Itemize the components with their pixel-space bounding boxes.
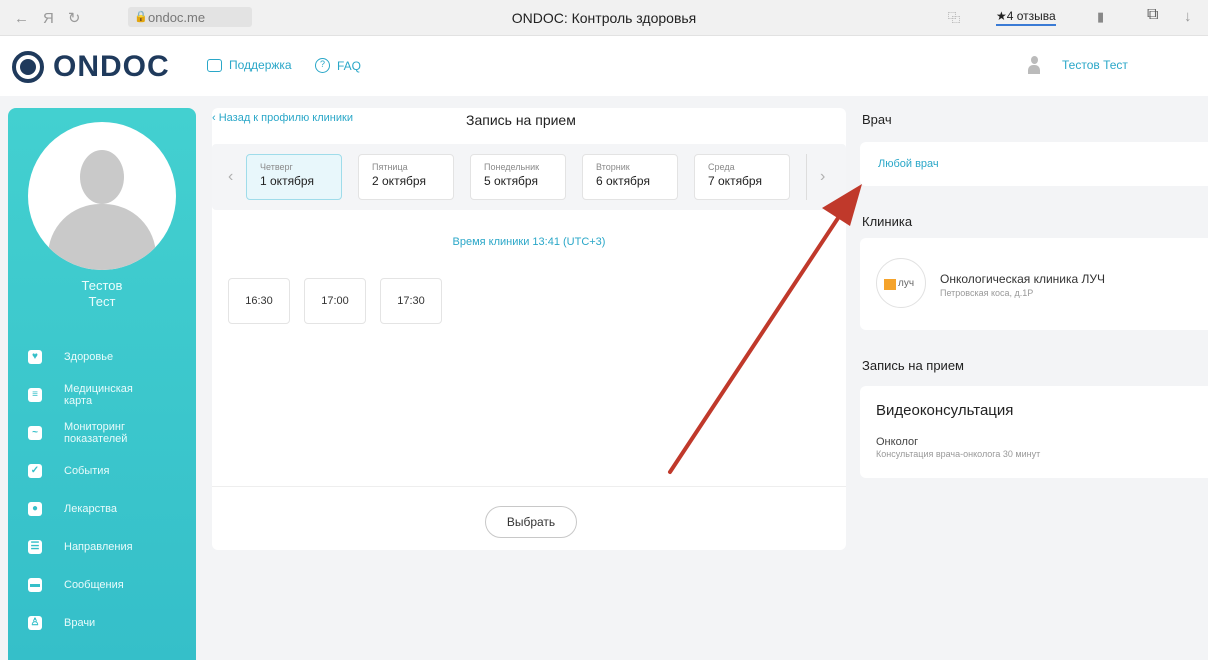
- back-label: Назад к профилю клиники: [218, 112, 353, 124]
- sidebar-item-events[interactable]: ✓ События: [8, 452, 196, 490]
- chevron-left-icon: ‹: [212, 112, 219, 124]
- clinic-time: Время клиники 13:41 (UTC+3): [452, 236, 606, 248]
- appointment-panel: Видеоконсультация Онколог Консультация в…: [860, 386, 1208, 478]
- day-option[interactable]: Вторник 6 октября: [582, 154, 678, 200]
- sidebar-item-messages[interactable]: ▬ Сообщения: [8, 566, 196, 604]
- question-icon: ?: [315, 58, 330, 73]
- avatar-body: [48, 204, 156, 270]
- consult-type: Видеоконсультация: [876, 402, 1014, 419]
- clinic-logo: луч: [876, 258, 926, 308]
- clinic-address: Петровская коса, д.1Р: [940, 288, 1034, 298]
- sidebar: Тестов Тест ♥ Здоровье ≡ Медицинская кар…: [8, 108, 196, 660]
- time-slot[interactable]: 17:30: [380, 278, 442, 324]
- clinic-panel[interactable]: луч Онкологическая клиника ЛУЧ Петровска…: [860, 238, 1208, 330]
- faq-label: FAQ: [337, 58, 362, 73]
- sidebar-item-label: Лекарства: [64, 503, 118, 515]
- sidebar-item-doctors[interactable]: ♙ Врачи: [8, 604, 196, 642]
- day-weekday: Вторник: [596, 162, 630, 172]
- sidebar-item-monitoring[interactable]: ~ Мониторинг показателей: [8, 414, 196, 452]
- day-weekday: Понедельник: [484, 162, 540, 172]
- clipboard-icon: ☰: [28, 540, 42, 554]
- sidebar-item-label: Медицинская карта: [64, 383, 133, 407]
- support-label: Поддержка: [229, 58, 292, 72]
- pills-icon: ●: [28, 502, 42, 516]
- browser-nav-icons[interactable]: ←Я↻: [14, 9, 94, 27]
- extensions-icon[interactable]: ⧉: [1147, 6, 1158, 24]
- sidebar-menu: ♥ Здоровье ≡ Медицинская карта ~ Монитор…: [8, 338, 196, 642]
- address-bar[interactable]: 🔒 ondoc.me: [128, 7, 252, 27]
- doctor-section-title: Врач: [862, 112, 892, 127]
- reviews-badge[interactable]: ★4 отзыва: [996, 9, 1056, 26]
- divider: [212, 486, 846, 487]
- logo-mark-icon: [12, 51, 44, 83]
- day-date: 5 октября: [484, 174, 538, 188]
- day-option[interactable]: Четверг 1 октября: [246, 154, 342, 200]
- profile-first-name: Тестов: [81, 278, 123, 293]
- day-option[interactable]: Среда 7 октября: [694, 154, 790, 200]
- chart-icon: ~: [28, 426, 42, 440]
- faq-link[interactable]: ? FAQ: [315, 58, 361, 73]
- sidebar-item-health[interactable]: ♥ Здоровье: [8, 338, 196, 376]
- profile-last-name: Тест: [88, 294, 116, 309]
- clinic-logo-mark-icon: [884, 279, 896, 290]
- sidebar-item-label: Сообщения: [64, 579, 124, 591]
- time-slot[interactable]: 17:00: [304, 278, 366, 324]
- avatar[interactable]: [28, 122, 176, 270]
- day-date: 6 октября: [596, 174, 650, 188]
- day-selector: ‹ Четверг 1 октября Пятница 2 октября По…: [212, 144, 846, 210]
- clinic-section-title: Клиника: [862, 214, 913, 229]
- sidebar-item-medical-card[interactable]: ≡ Медицинская карта: [8, 376, 196, 414]
- sidebar-item-label: Мониторинг показателей: [64, 421, 128, 445]
- support-link[interactable]: Поддержка: [207, 58, 292, 72]
- back-to-clinic-link[interactable]: ‹ Назад к профилю клиники: [212, 112, 353, 124]
- user-menu[interactable]: Тестов Тест: [1028, 56, 1128, 74]
- chat-icon: ▬: [28, 578, 42, 592]
- day-option[interactable]: Пятница 2 октября: [358, 154, 454, 200]
- heart-icon: ♥: [28, 350, 42, 364]
- sidebar-item-label: Здоровье: [64, 351, 114, 363]
- bookmark-icon[interactable]: ▮: [1097, 9, 1104, 25]
- booking-card: ‹ Назад к профилю клиники Запись на прие…: [212, 108, 846, 550]
- user-name: Тестов Тест: [1062, 58, 1128, 72]
- calendar-icon: ✓: [28, 464, 42, 478]
- sidebar-item-referrals[interactable]: ☰ Направления: [8, 528, 196, 566]
- avatar-head: [80, 150, 124, 204]
- browser-toolbar: ←Я↻ 🔒 ondoc.me ONDOC: Контроль здоровья …: [0, 0, 1208, 36]
- chevron-right-icon[interactable]: ›: [820, 168, 825, 186]
- select-button[interactable]: Выбрать: [485, 506, 577, 538]
- day-weekday: Среда: [708, 162, 735, 172]
- clinic-name: Онкологическая клиника ЛУЧ: [940, 272, 1106, 286]
- ondoc-logo[interactable]: ONDOC: [12, 50, 170, 84]
- day-weekday: Пятница: [372, 162, 408, 172]
- support-icon: [207, 58, 222, 72]
- logo-text: ONDOC: [53, 50, 170, 83]
- medical-card-icon: ≡: [28, 388, 42, 402]
- booking-title: Запись на прием: [466, 112, 576, 128]
- doctor-panel[interactable]: Любой врач: [860, 142, 1208, 186]
- specialty: Онколог: [876, 436, 919, 448]
- translate-icon[interactable]: ⿻: [948, 9, 960, 26]
- day-date: 2 октября: [372, 174, 426, 188]
- download-icon[interactable]: ↓: [1184, 8, 1192, 25]
- consult-description: Консультация врача-онколога 30 минут: [876, 449, 1041, 459]
- time-slot[interactable]: 16:30: [228, 278, 290, 324]
- address-text: ondoc.me: [148, 10, 206, 25]
- clinic-logo-text: луч: [898, 278, 915, 289]
- lock-icon: 🔒: [134, 11, 148, 23]
- sidebar-item-medicines[interactable]: ● Лекарства: [8, 490, 196, 528]
- day-option[interactable]: Понедельник 5 октября: [470, 154, 566, 200]
- day-date: 1 октября: [260, 174, 314, 188]
- day-date: 7 октября: [708, 174, 762, 188]
- sidebar-item-label: События: [64, 465, 110, 477]
- sidebar-item-label: Врачи: [64, 617, 96, 629]
- day-weekday: Четверг: [260, 162, 293, 172]
- chevron-left-icon[interactable]: ‹: [228, 168, 233, 186]
- user-icon: [1028, 56, 1040, 74]
- divider: [806, 154, 807, 200]
- doctor-icon: ♙: [28, 616, 42, 630]
- sidebar-item-label: Направления: [64, 541, 133, 553]
- any-doctor-option[interactable]: Любой врач: [878, 158, 939, 170]
- appointment-section-title: Запись на прием: [862, 358, 964, 373]
